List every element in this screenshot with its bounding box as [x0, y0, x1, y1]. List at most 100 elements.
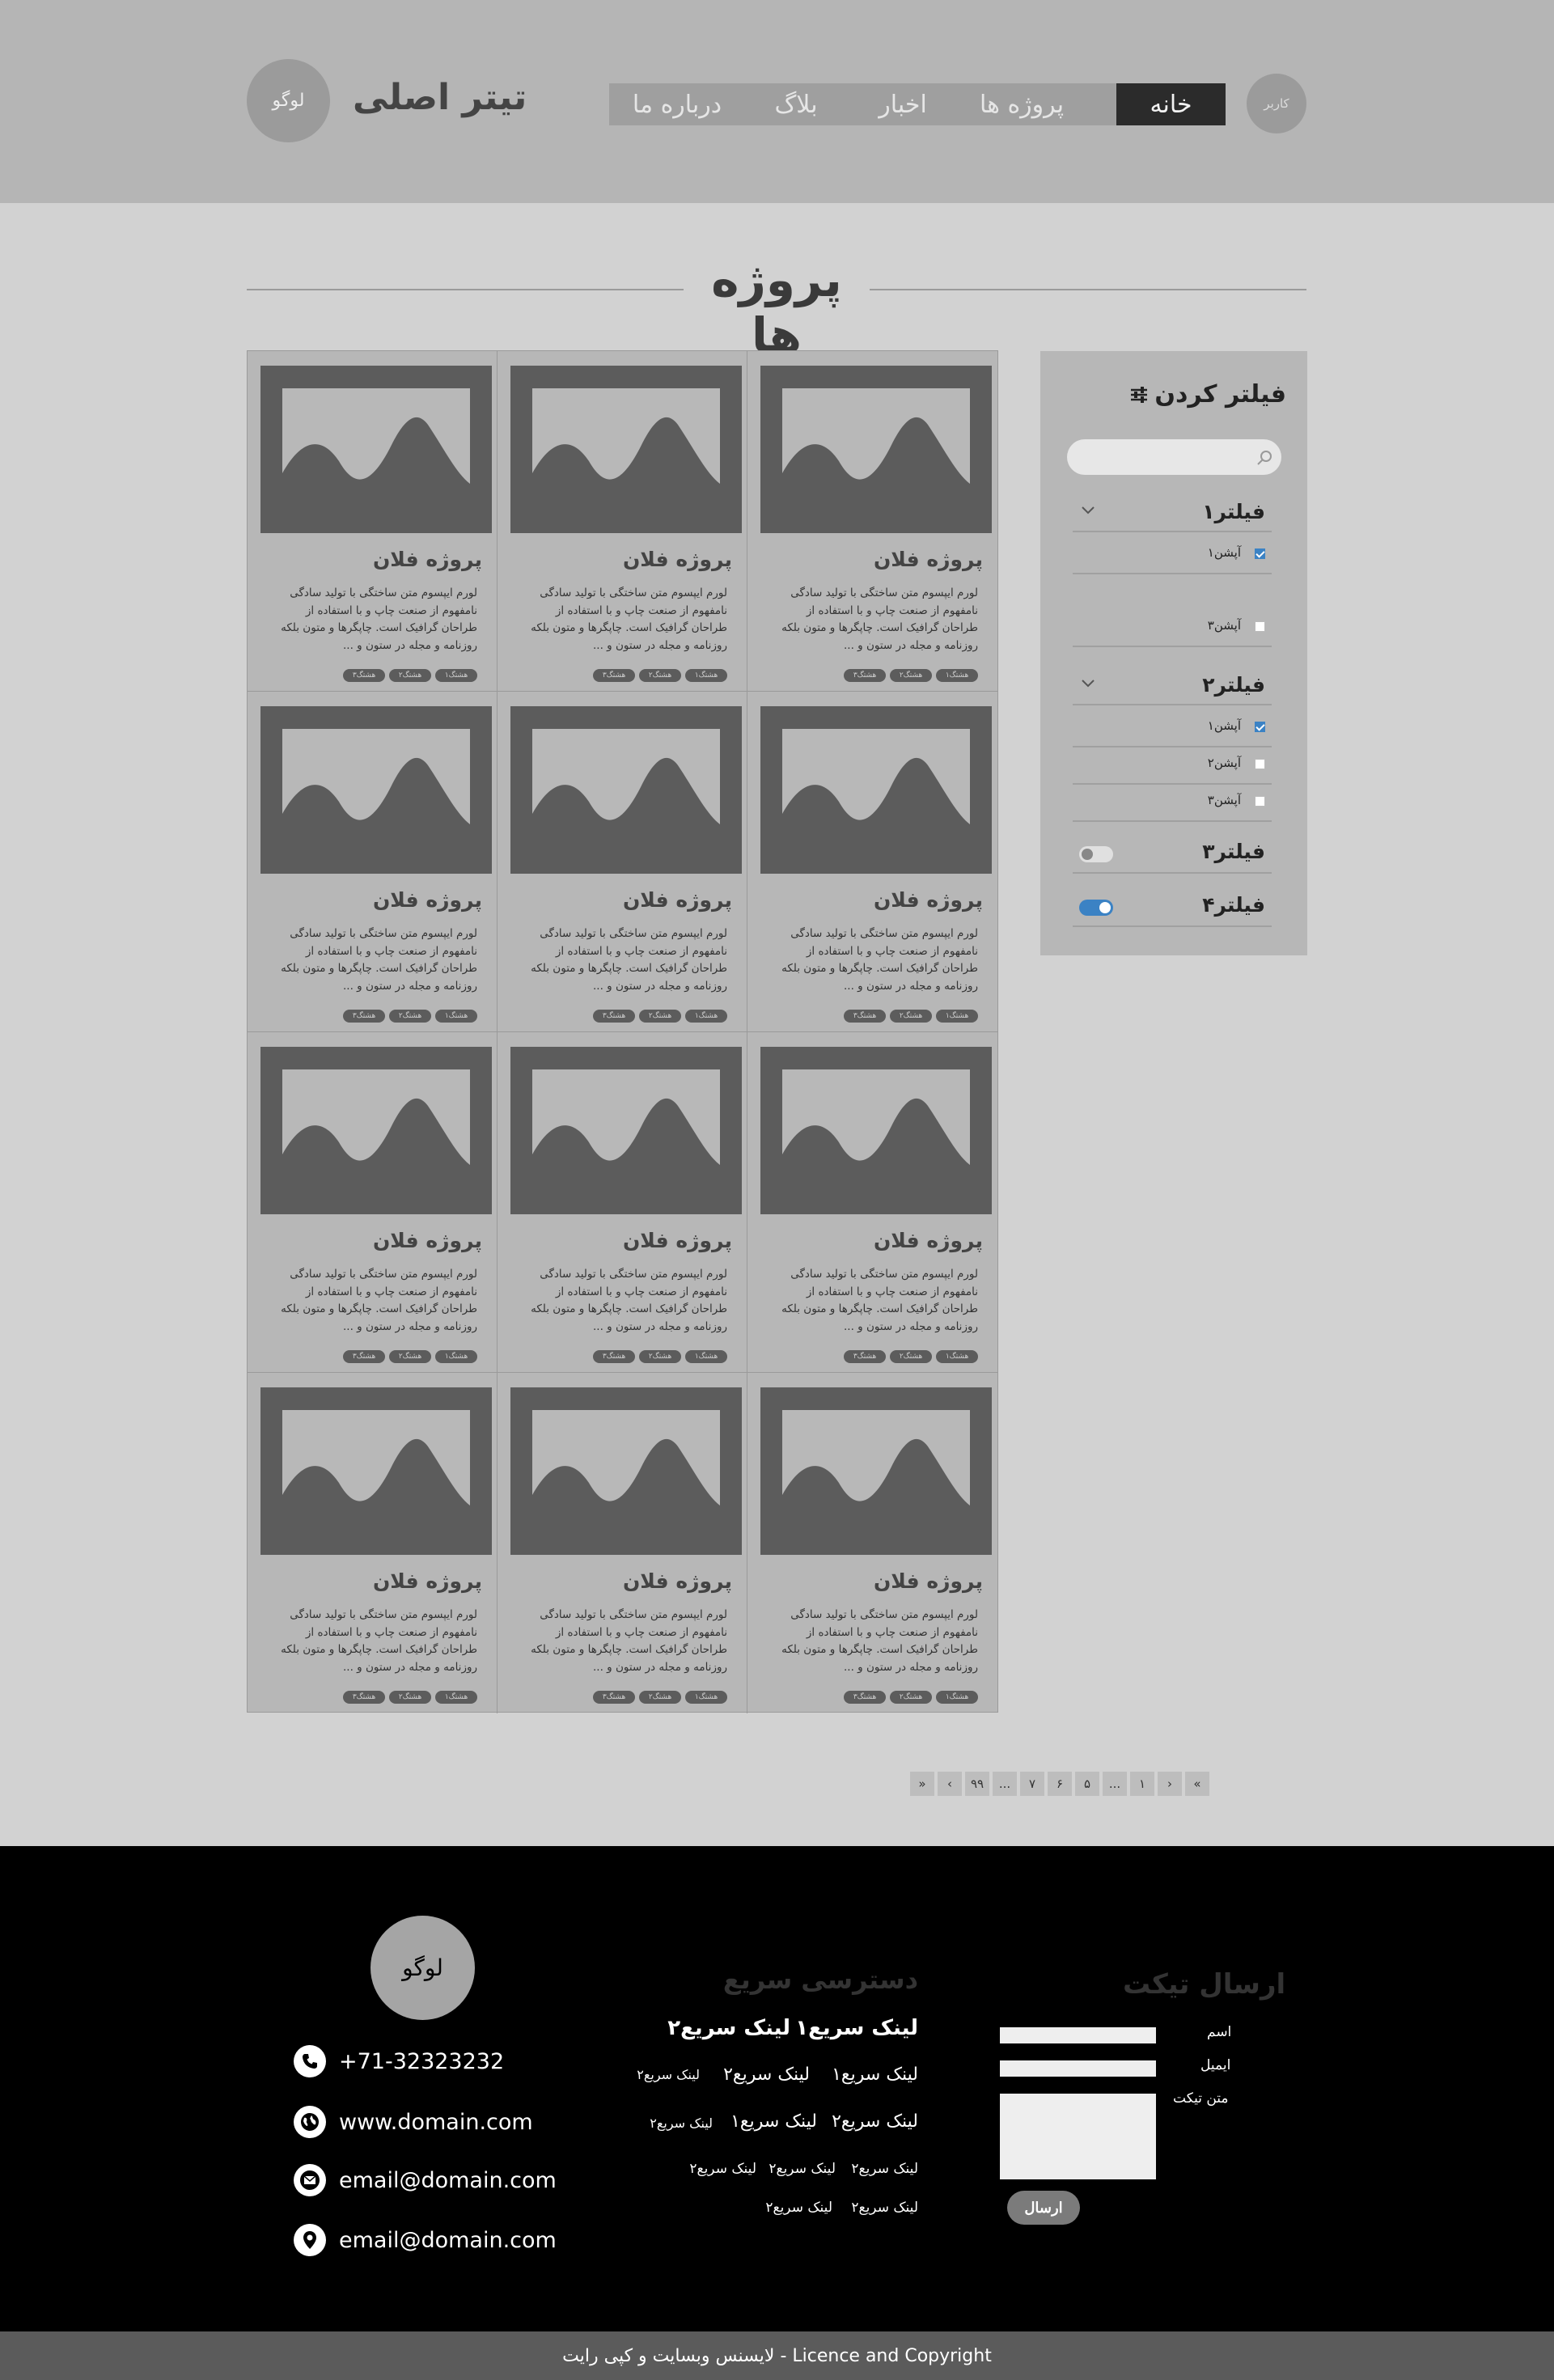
toggle-off[interactable]: [1079, 846, 1113, 862]
filter-search-input[interactable]: [1067, 439, 1281, 475]
quick-link[interactable]: لینک سریع۲: [689, 2161, 756, 2177]
tag-badge[interactable]: هشتگ۱: [936, 1691, 978, 1704]
filter2-header[interactable]: فیلتر۲: [1073, 670, 1272, 705]
tag-badge[interactable]: هشتگ۲: [639, 1010, 681, 1023]
ticket-name-input[interactable]: [1000, 2027, 1156, 2043]
tag-badge[interactable]: هشتگ۲: [890, 669, 932, 682]
ticket-send-button[interactable]: ارسال: [1007, 2191, 1080, 2225]
tag-badge[interactable]: هشتگ۲: [389, 669, 431, 682]
page-button[interactable]: ›: [1158, 1772, 1182, 1796]
tag-badge[interactable]: هشتگ۳: [844, 1010, 886, 1023]
tag-badge[interactable]: هشتگ۲: [890, 1691, 932, 1704]
tag-badge[interactable]: هشتگ۲: [389, 1010, 431, 1023]
checkbox-checked[interactable]: [1255, 548, 1265, 559]
tag-badge[interactable]: هشتگ۲: [639, 1350, 681, 1363]
filter3-row[interactable]: فیلتر۳: [1073, 835, 1272, 874]
project-card[interactable]: پروژه فلان لورم ایپسوم متن ساختگی با تولی…: [248, 1032, 498, 1373]
tag-badge[interactable]: هشتگ۳: [844, 1350, 886, 1363]
tag-badge[interactable]: هشتگ۱: [435, 1691, 477, 1704]
quick-link[interactable]: لینک سریع۱: [832, 2065, 918, 2085]
nav-item-about[interactable]: درباره ما: [613, 83, 741, 125]
tag-badge[interactable]: هشتگ۱: [936, 669, 978, 682]
card-title[interactable]: پروژه فلان: [874, 888, 983, 912]
project-card[interactable]: پروژه فلان لورم ایپسوم متن ساختگی با تولی…: [747, 351, 997, 692]
tag-badge[interactable]: هشتگ۳: [343, 669, 385, 682]
tag-badge[interactable]: هشتگ۲: [890, 1010, 932, 1023]
tag-badge[interactable]: هشتگ۱: [936, 1010, 978, 1023]
tag-badge[interactable]: هشتگ۳: [593, 1010, 635, 1023]
tag-badge[interactable]: هشتگ۳: [593, 1350, 635, 1363]
page-button[interactable]: ۷: [1020, 1772, 1044, 1796]
tag-badge[interactable]: هشتگ۱: [685, 1010, 727, 1023]
card-title[interactable]: پروژه فلان: [373, 1229, 482, 1252]
card-title[interactable]: پروژه فلان: [373, 548, 482, 571]
tag-badge[interactable]: هشتگ۲: [639, 669, 681, 682]
quick-link[interactable]: لینک سریع۲: [769, 2161, 836, 2177]
tag-badge[interactable]: هشتگ۲: [389, 1691, 431, 1704]
card-title[interactable]: پروژه فلان: [623, 1569, 732, 1593]
tag-badge[interactable]: هشتگ۲: [639, 1691, 681, 1704]
card-title[interactable]: پروژه فلان: [623, 888, 732, 912]
quick-link[interactable]: لینک سریع۲: [765, 2200, 832, 2216]
nav-item-projects[interactable]: پروژه ها: [957, 83, 1086, 125]
card-title[interactable]: پروژه فلان: [373, 888, 482, 912]
card-title[interactable]: پروژه فلان: [373, 1569, 482, 1593]
nav-item-news[interactable]: اخبار: [851, 83, 955, 125]
page-button[interactable]: ۱: [1130, 1772, 1154, 1796]
filter4-row[interactable]: فیلتر۴: [1073, 888, 1272, 927]
ticket-email-input[interactable]: [1000, 2060, 1156, 2077]
project-card[interactable]: پروژه فلان لورم ایپسوم متن ساختگی با تولی…: [747, 692, 997, 1032]
filter2-option2[interactable]: آپشن۲: [1073, 749, 1272, 785]
tag-badge[interactable]: هشتگ۱: [685, 1691, 727, 1704]
tag-badge[interactable]: هشتگ۳: [593, 669, 635, 682]
quick-link[interactable]: لینک سریع۲: [650, 2115, 713, 2131]
tag-badge[interactable]: هشتگ۳: [844, 1691, 886, 1704]
quick-link[interactable]: لینک سریع۲: [832, 2111, 918, 2132]
user-avatar[interactable]: کاربر: [1247, 74, 1306, 133]
contact-phone[interactable]: +71-32323232: [294, 2045, 504, 2077]
header-logo[interactable]: لوگو: [247, 59, 330, 142]
tag-badge[interactable]: هشتگ۱: [435, 1350, 477, 1363]
checkbox[interactable]: [1255, 621, 1265, 632]
checkbox[interactable]: [1255, 796, 1265, 807]
checkbox-checked[interactable]: [1255, 722, 1265, 732]
project-card[interactable]: پروژه فلان لورم ایپسوم متن ساختگی با تولی…: [498, 351, 747, 692]
project-card[interactable]: پروژه فلان لورم ایپسوم متن ساختگی با تولی…: [747, 1032, 997, 1373]
page-button[interactable]: »: [910, 1772, 934, 1796]
page-button[interactable]: ...: [1103, 1772, 1127, 1796]
project-card[interactable]: پروژه فلان لورم ایپسوم متن ساختگی با تولی…: [248, 351, 498, 692]
card-title[interactable]: پروژه فلان: [874, 1569, 983, 1593]
tag-badge[interactable]: هشتگ۱: [435, 1010, 477, 1023]
page-button[interactable]: ۹۹: [965, 1772, 989, 1796]
quick-link[interactable]: لینک سریع۲: [637, 2067, 700, 2082]
toggle-on[interactable]: [1079, 900, 1113, 916]
page-button[interactable]: ...: [993, 1772, 1017, 1796]
card-title[interactable]: پروژه فلان: [874, 548, 983, 571]
tag-badge[interactable]: هشتگ۳: [343, 1010, 385, 1023]
tag-badge[interactable]: هشتگ۱: [685, 1350, 727, 1363]
project-card[interactable]: پروژه فلان لورم ایپسوم متن ساختگی با تولی…: [498, 1032, 747, 1373]
tag-badge[interactable]: هشتگ۳: [593, 1691, 635, 1704]
search-icon[interactable]: [1256, 450, 1272, 466]
quick-link[interactable]: لینک سریع۱: [795, 2016, 918, 2040]
project-card[interactable]: پروژه فلان لورم ایپسوم متن ساختگی با تولی…: [248, 1373, 498, 1713]
page-button[interactable]: «: [1185, 1772, 1209, 1796]
filter1-header[interactable]: فیلتر۱: [1073, 497, 1272, 532]
contact-website[interactable]: www.domain.com: [294, 2106, 533, 2138]
filter2-option1[interactable]: آپشن۱: [1073, 712, 1272, 747]
ticket-text-area[interactable]: [1000, 2094, 1156, 2179]
nav-item-blog[interactable]: بلاگ: [744, 83, 848, 125]
card-title[interactable]: پروژه فلان: [623, 1229, 732, 1252]
tag-badge[interactable]: هشتگ۱: [435, 669, 477, 682]
quick-link[interactable]: لینک سریع۲: [851, 2161, 918, 2177]
tag-badge[interactable]: هشتگ۲: [389, 1350, 431, 1363]
project-card[interactable]: پروژه فلان لورم ایپسوم متن ساختگی با تولی…: [498, 1373, 747, 1713]
project-card[interactable]: پروژه فلان لورم ایپسوم متن ساختگی با تولی…: [498, 692, 747, 1032]
contact-email[interactable]: email@domain.com: [294, 2164, 557, 2196]
filter1-option3[interactable]: آپشن۳: [1073, 612, 1272, 647]
card-title[interactable]: پروژه فلان: [623, 548, 732, 571]
footer-logo[interactable]: لوگو: [371, 1916, 475, 2020]
project-card[interactable]: پروژه فلان لورم ایپسوم متن ساختگی با تولی…: [248, 692, 498, 1032]
chevron-down-icon[interactable]: [1079, 503, 1097, 516]
page-button[interactable]: ۶: [1048, 1772, 1072, 1796]
